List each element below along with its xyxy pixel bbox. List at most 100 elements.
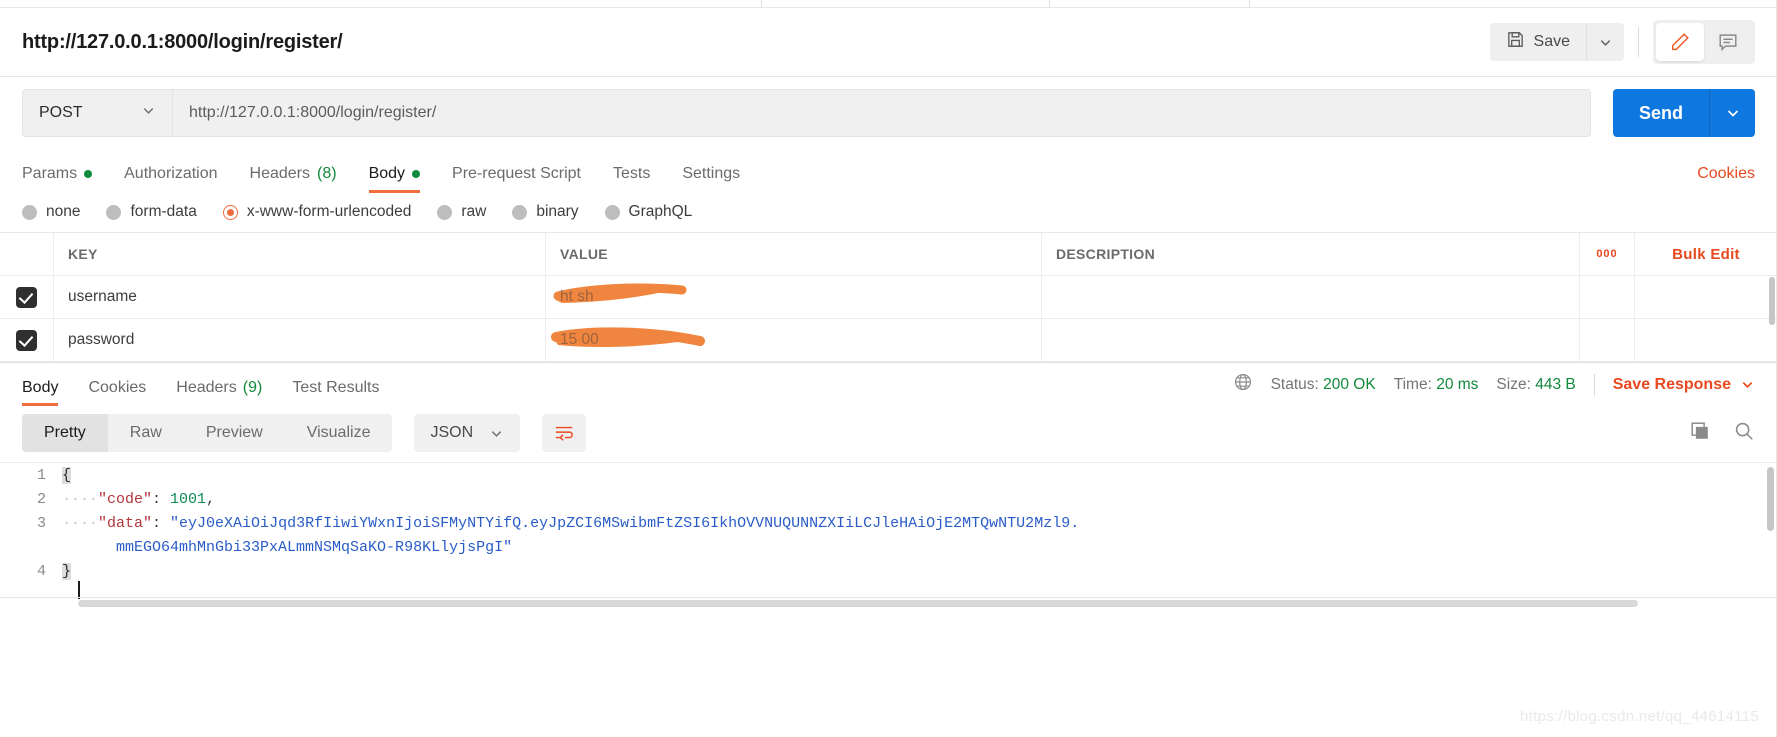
row-checkbox-cell	[0, 276, 54, 318]
tab-label: Settings	[682, 165, 741, 182]
view-visualize[interactable]: Visualize	[285, 414, 393, 452]
code-line: 1 {	[0, 463, 1777, 487]
save-button[interactable]: Save	[1489, 23, 1586, 61]
code-line: 2 ····"code": 1001,	[0, 487, 1777, 511]
row-key[interactable]: username	[54, 276, 546, 318]
code-token: "eyJ0eXAiOiJqd3RfIiwiYWxnIjoiSFMyNTYifQ.…	[170, 514, 1080, 532]
body-type-binary[interactable]: binary	[512, 203, 579, 221]
tab-label: Body	[368, 165, 406, 182]
code-vertical-scrollbar[interactable]	[1767, 467, 1774, 531]
response-header: Body Cookies Headers (9) Test Results St…	[0, 362, 1777, 406]
time-label: Time:	[1393, 375, 1432, 393]
chevron-down-icon	[1600, 39, 1611, 46]
code-line: 4 }	[0, 559, 1777, 583]
tab-pre-request-script[interactable]: Pre-request Script	[452, 165, 581, 193]
tab-strip-segment[interactable]	[1050, 0, 1250, 8]
tab-count: (9)	[242, 379, 263, 396]
tab-label: Authorization	[124, 165, 218, 182]
body-type-graphql[interactable]: GraphQL	[604, 203, 693, 221]
send-button[interactable]: Send	[1612, 89, 1709, 137]
tab-label: Headers	[176, 379, 237, 396]
tab-tests[interactable]: Tests	[613, 165, 650, 193]
row-options[interactable]	[1580, 319, 1635, 361]
tab-headers[interactable]: Headers (8)	[250, 165, 337, 193]
code-token: :	[152, 490, 171, 508]
response-tab-test-results[interactable]: Test Results	[292, 379, 379, 406]
radio-label: x-www-form-urlencoded	[246, 203, 412, 220]
code-token: }	[62, 562, 72, 580]
tab-settings[interactable]: Settings	[682, 165, 740, 193]
header-key: KEY	[54, 233, 546, 275]
comment-button[interactable]	[1704, 23, 1752, 61]
http-method-value: POST	[39, 104, 83, 121]
response-tab-body[interactable]: Body	[22, 379, 59, 406]
save-options-dropdown[interactable]	[1586, 23, 1624, 61]
row-value[interactable]: ht sh	[546, 276, 1042, 318]
tab-strip-segment[interactable]	[0, 0, 762, 8]
view-raw[interactable]: Raw	[108, 414, 184, 452]
table-scrollbar[interactable]	[1769, 277, 1775, 325]
table-row[interactable]: username ht sh	[0, 276, 1777, 319]
row-options[interactable]	[1580, 276, 1635, 318]
view-preview[interactable]: Preview	[184, 414, 285, 452]
row-description[interactable]	[1042, 276, 1580, 318]
chevron-down-icon	[1727, 110, 1738, 117]
wrap-lines-button[interactable]	[542, 414, 587, 452]
row-checkbox[interactable]	[16, 329, 37, 351]
radio-icon	[604, 204, 620, 220]
word-wrap-icon	[555, 426, 573, 441]
table-row[interactable]: password 15 00	[0, 319, 1777, 362]
http-method-select[interactable]: POST	[22, 89, 172, 137]
status-code: Status: 200 OK	[1271, 376, 1376, 394]
body-type-form-data[interactable]: form-data	[106, 203, 197, 221]
row-checkbox[interactable]	[16, 286, 37, 308]
code-line-wrapped: mmEGO64mhMnGbi33PxALmmNSMqSaKO-R98KLlyjs…	[0, 535, 1777, 559]
row-key[interactable]: password	[54, 319, 546, 361]
code-content: }	[62, 562, 72, 580]
tab-strip-segment[interactable]	[762, 0, 1050, 8]
radio-label: binary	[536, 203, 579, 220]
bulk-edit-button[interactable]: Bulk Edit	[1635, 233, 1777, 275]
tab-body[interactable]: Body	[368, 165, 421, 193]
url-bar: POST http://127.0.0.1:8000/login/registe…	[0, 77, 1777, 151]
row-description[interactable]	[1042, 319, 1580, 361]
row-value[interactable]: 15 00	[546, 319, 1042, 361]
divider	[1593, 373, 1595, 396]
send-options-dropdown[interactable]	[1709, 89, 1755, 137]
code-indent: ····	[62, 514, 99, 532]
response-body-code[interactable]: 1 { 2 ····"code": 1001, 3 ····"data": "e…	[0, 462, 1777, 610]
response-tab-cookies[interactable]: Cookies	[88, 379, 146, 406]
url-input[interactable]: http://127.0.0.1:8000/login/register/	[172, 89, 1591, 137]
time-value: 20 ms	[1436, 375, 1479, 393]
row-bulk-spacer	[1635, 319, 1777, 361]
globe-icon	[1233, 372, 1253, 397]
radio-icon	[437, 204, 453, 220]
tab-params[interactable]: Params	[22, 165, 93, 193]
save-response-button[interactable]: Save Response	[1613, 376, 1755, 394]
tab-label: Headers	[249, 165, 310, 182]
body-type-x-www-form-urlencoded[interactable]: x-www-form-urlencoded	[222, 203, 412, 221]
tab-strip-segment[interactable]	[1250, 0, 1777, 8]
response-tab-headers[interactable]: Headers (9)	[176, 379, 262, 406]
view-pretty[interactable]: Pretty	[22, 414, 108, 452]
radio-icon	[106, 204, 122, 220]
edit-pencil-button[interactable]	[1656, 23, 1704, 61]
code-horizontal-scrollbar[interactable]	[78, 600, 1638, 607]
body-type-raw[interactable]: raw	[437, 203, 486, 221]
search-button[interactable]	[1733, 420, 1755, 447]
radio-label: GraphQL	[628, 203, 693, 220]
copy-button[interactable]	[1689, 420, 1711, 447]
workspace-tab-strip[interactable]	[0, 0, 1777, 8]
radio-label: form-data	[130, 203, 197, 220]
radio-label: none	[46, 203, 81, 220]
url-input-value: http://127.0.0.1:8000/login/register/	[189, 104, 437, 121]
code-content: ····"code": 1001,	[62, 491, 215, 508]
tab-authorization[interactable]: Authorization	[124, 165, 217, 193]
code-token: :	[152, 514, 171, 532]
response-format-select[interactable]: JSON	[414, 414, 521, 452]
table-options-button[interactable]: 000	[1580, 233, 1635, 275]
radio-selected-icon	[222, 204, 238, 220]
body-type-none[interactable]: none	[22, 203, 80, 221]
cookies-link[interactable]: Cookies	[1697, 165, 1755, 193]
